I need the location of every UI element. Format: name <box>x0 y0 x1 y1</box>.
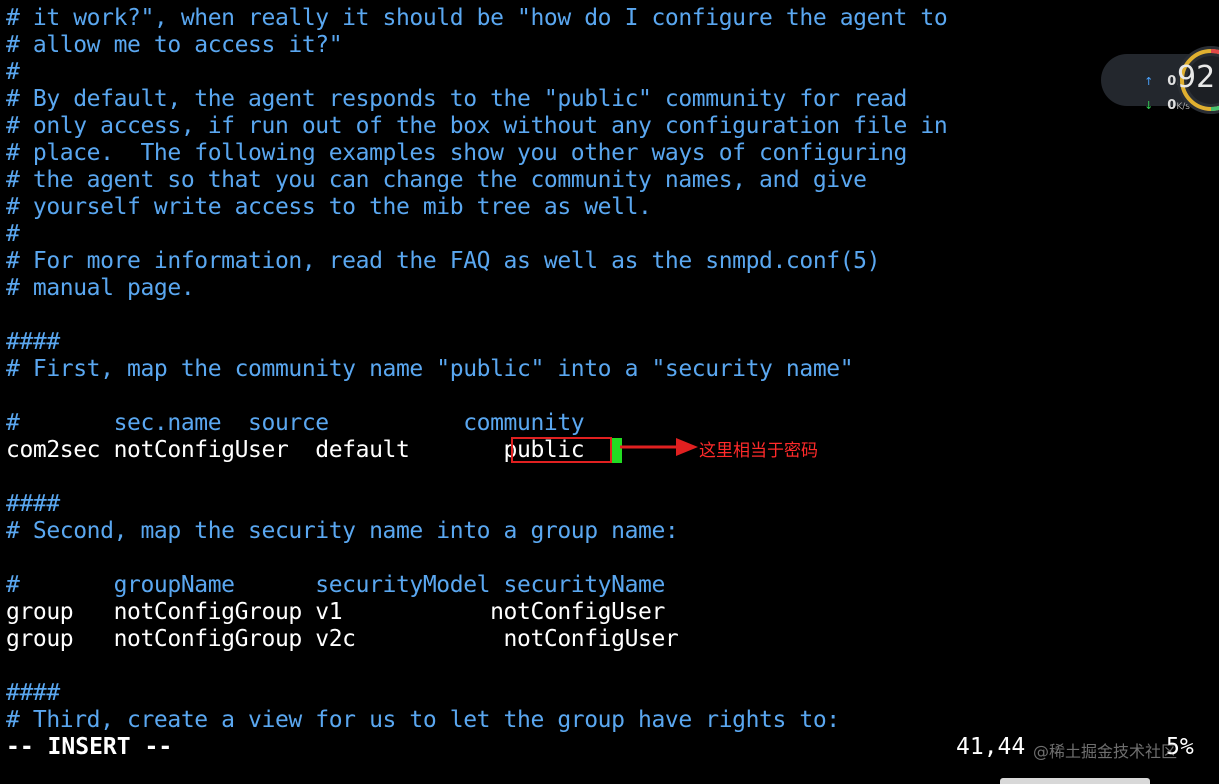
cursor-position: 41,44 <box>956 734 1026 760</box>
editor-line[interactable]: # yourself write access to the mib tree … <box>6 194 652 221</box>
editor-line[interactable]: # <box>6 221 20 248</box>
editor-line[interactable]: # only access, if run out of the box wit… <box>6 113 948 140</box>
download-arrow-icon: ↓ <box>1144 99 1154 112</box>
insert-mode-indicator: -- INSERT -- <box>6 734 173 760</box>
editor-line[interactable]: # <box>6 59 20 86</box>
editor-line[interactable]: # the agent so that you can change the c… <box>6 167 867 194</box>
editor-line[interactable]: #### <box>6 680 60 707</box>
editor-line[interactable]: #### <box>6 491 60 518</box>
editor-line[interactable]: # allow me to access it?" <box>6 32 343 59</box>
editor-line[interactable]: # Second, map the security name into a g… <box>6 518 679 545</box>
editor-line[interactable]: # place. The following examples show you… <box>6 140 907 167</box>
editor-line[interactable]: # Third, create a view for us to let the… <box>6 707 840 734</box>
editor-line[interactable]: # First, map the community name "public"… <box>6 356 854 383</box>
taskbar-edge <box>1000 778 1150 784</box>
annotation-arrow-icon <box>620 438 698 456</box>
editor-line[interactable]: # groupName securityModel securityName <box>6 572 665 599</box>
editor-line[interactable]: # manual page. <box>6 275 195 302</box>
editor-line[interactable]: #### <box>6 329 60 356</box>
editor-line[interactable]: # For more information, read the FAQ as … <box>6 248 880 275</box>
net-speed-widget[interactable]: ↑0K/s ↓0K/s 92 <box>1101 44 1219 116</box>
watermark: @稀土掘金技术社区 <box>1033 742 1178 761</box>
editor-line[interactable]: com2sec notConfigUser default public <box>6 437 585 464</box>
editor-line[interactable]: group notConfigGroup v2c notConfigUser <box>6 626 679 653</box>
editor-line[interactable]: # it work?", when really it should be "h… <box>6 5 948 32</box>
annotation-label: 这里相当于密码 <box>699 441 818 461</box>
terminal-screen[interactable]: # it work?", when really it should be "h… <box>0 0 1219 784</box>
editor-line[interactable]: # By default, the agent responds to the … <box>6 86 907 113</box>
community-highlight-box <box>511 437 612 463</box>
editor-line[interactable]: group notConfigGroup v1 notConfigUser <box>6 599 665 626</box>
editor-line[interactable]: # sec.name source community <box>6 410 585 437</box>
gauge-value: 92 <box>1177 60 1216 95</box>
